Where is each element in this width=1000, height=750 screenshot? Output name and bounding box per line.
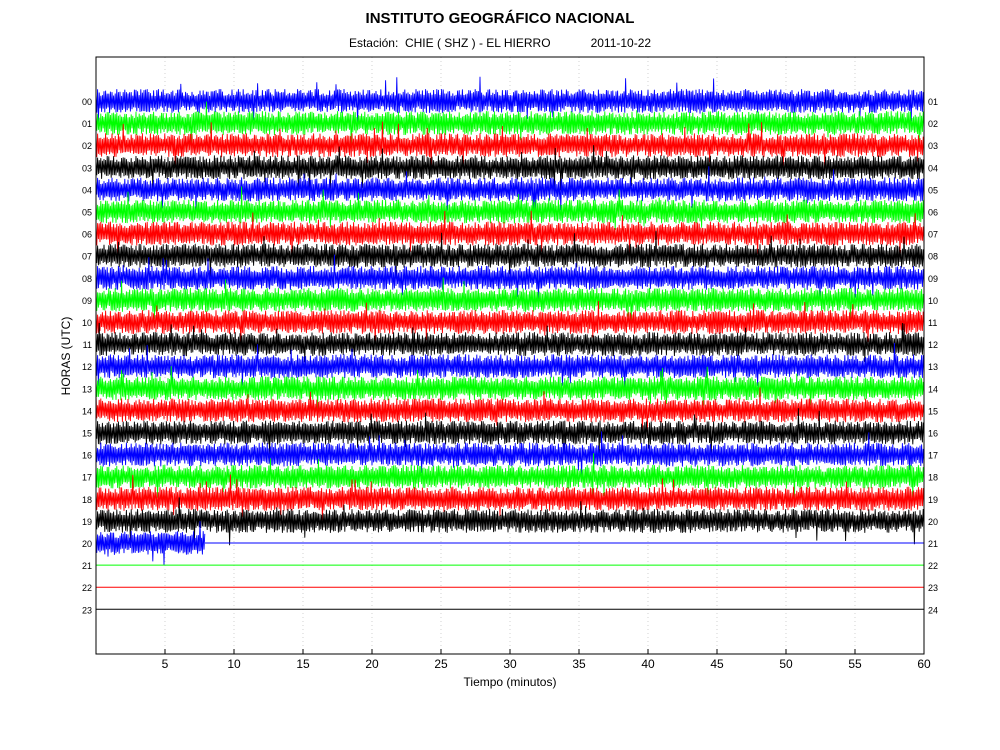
left-hour-label: 10 [82,318,92,328]
right-hour-label: 09 [928,274,938,284]
left-hour-label: 04 [82,185,92,195]
right-hour-label: 23 [928,583,938,593]
x-tick-label: 40 [641,657,655,671]
right-hour-label: 10 [928,296,938,306]
right-hour-label: 24 [928,605,938,615]
x-tick-label: 55 [848,657,862,671]
right-hour-label: 03 [928,141,938,151]
right-hour-label: 05 [928,185,938,195]
left-hour-label: 13 [82,384,92,394]
right-hour-label: 18 [928,473,938,483]
right-hour-label: 04 [928,163,938,173]
right-hour-label: 13 [928,362,938,372]
left-hour-label: 08 [82,274,92,284]
x-tick-label: 50 [779,657,793,671]
right-hour-label: 08 [928,252,938,262]
left-hour-label: 19 [82,517,92,527]
left-hour-label: 23 [82,605,92,615]
x-tick-label: 10 [227,657,241,671]
left-hour-label: 03 [82,163,92,173]
left-hour-label: 15 [82,429,92,439]
right-hour-label: 15 [928,406,938,416]
x-tick-label: 30 [503,657,517,671]
left-hour-label: 20 [82,539,92,549]
right-hour-label: 16 [928,429,938,439]
left-hour-label: 16 [82,451,92,461]
right-hour-label: 02 [928,119,938,129]
right-hour-label: 06 [928,208,938,218]
left-hour-label: 18 [82,495,92,505]
left-hour-label: 01 [82,119,92,129]
left-hour-label: 06 [82,230,92,240]
left-hour-label: 00 [82,97,92,107]
left-hour-label: 11 [83,340,92,350]
right-hour-label: 22 [928,561,938,571]
right-hour-label: 21 [928,539,938,549]
left-hour-label: 14 [82,406,92,416]
right-hour-label: 07 [928,230,938,240]
left-hour-label: 05 [82,208,92,218]
left-hour-label: 09 [82,296,92,306]
x-tick-label: 35 [572,657,586,671]
left-hour-label: 17 [82,473,92,483]
x-axis-label: Tiempo (minutos) [464,675,557,689]
y-axis-label: HORAS (UTC) [59,317,73,396]
right-hour-label: 20 [928,517,938,527]
right-hour-label: 14 [928,384,938,394]
right-hour-label: 19 [928,495,938,505]
right-hour-label: 01 [928,97,938,107]
left-hour-label: 22 [82,583,92,593]
x-tick-label: 60 [917,657,931,671]
right-hour-label: 11 [928,318,937,328]
seismogram-chart: 5 10 15 20 25 30 35 40 45 50 55 60 00 01 01 02 02 03 03 04 0… [59,56,938,689]
x-tick-label: 45 [710,657,724,671]
x-tick-label: 25 [434,657,448,671]
left-hour-label: 07 [82,252,92,262]
right-hour-label: 17 [928,451,938,461]
right-hour-label: 12 [928,340,938,350]
x-tick-label: 20 [365,657,379,671]
x-tick-label: 15 [296,657,310,671]
left-hour-label: 21 [82,561,92,571]
x-tick-label: 5 [162,657,169,671]
left-hour-label: 12 [82,362,92,372]
left-hour-label: 02 [82,141,92,151]
